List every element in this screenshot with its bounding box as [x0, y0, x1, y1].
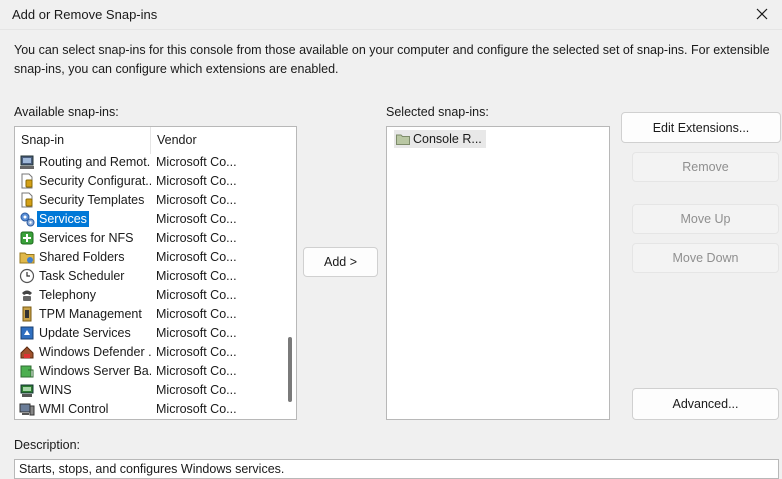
list-item[interactable]: Security Templates Microsoft Co... [15, 190, 287, 209]
list-item[interactable]: Services for NFS Microsoft Co... [15, 228, 287, 247]
move-up-button[interactable]: Move Up [632, 204, 779, 234]
snapin-vendor: Microsoft Co... [156, 401, 237, 416]
telephone-icon [22, 290, 32, 301]
list-scrollbar-thumb[interactable] [288, 337, 292, 402]
list-item[interactable]: WINS Microsoft Co... [15, 380, 287, 399]
description-box: Starts, stops, and configures Windows se… [14, 459, 779, 479]
snapin-name-cell: Update Services [15, 325, 151, 341]
snapin-name: Task Scheduler [39, 268, 125, 283]
list-header: Snap-in Vendor [15, 127, 290, 154]
snapin-name: Windows Server Ba... [39, 363, 151, 378]
list-item[interactable]: Shared Folders Microsoft Co... [15, 247, 287, 266]
snapin-name: WMI Control [39, 401, 109, 416]
snapin-name: Security Templates [39, 192, 145, 207]
security-doc-icon [21, 173, 33, 188]
close-icon [756, 8, 768, 20]
snapin-name-cell: TPM Management [15, 306, 151, 322]
snapin-vendor: Microsoft Co... [156, 230, 237, 245]
snapin-name: Routing and Remot... [39, 154, 151, 169]
snapin-name-cell: Security Configurat... [15, 173, 151, 189]
snapin-name-cell: Telephony [15, 287, 151, 303]
firewall-icon [20, 345, 34, 358]
column-header-vendor[interactable]: Vendor [151, 127, 290, 154]
description-label: Description: [14, 438, 80, 452]
backup-icon [20, 365, 34, 377]
snapin-name-cell: Services [15, 210, 151, 227]
add-button[interactable]: Add > [303, 247, 378, 277]
available-snapins-list[interactable]: Snap-in Vendor Routing and Remot... Micro… [14, 126, 297, 420]
snapin-name-cell: Windows Server Ba... [15, 363, 151, 379]
available-snapins-label: Available snap-ins: [14, 105, 119, 119]
list-item[interactable]: Services Microsoft Co... [15, 209, 287, 228]
snapin-name: TPM Management [39, 306, 142, 321]
snapin-name: Windows Defender ... [39, 344, 151, 359]
snapin-name: Services [37, 210, 89, 227]
server-monitor-icon [20, 155, 34, 169]
list-item[interactable]: Update Services Microsoft Co... [15, 323, 287, 342]
update-icon [20, 326, 34, 339]
snapin-name-cell: WINS [15, 382, 151, 398]
snapin-vendor: Microsoft Co... [156, 287, 237, 302]
snapin-name: Shared Folders [39, 249, 125, 264]
snapin-name-cell: Windows Defender ... [15, 344, 151, 360]
close-button[interactable] [750, 2, 774, 26]
snapin-name: Security Configurat... [39, 173, 151, 188]
snapin-name-cell: Task Scheduler [15, 268, 151, 284]
dialog-title: Add or Remove Snap-ins [12, 7, 158, 22]
snapin-vendor: Microsoft Co... [156, 344, 237, 359]
column-header-snapin[interactable]: Snap-in [15, 127, 151, 154]
snapin-vendor: Microsoft Co... [156, 249, 237, 264]
snapin-vendor: Microsoft Co... [156, 363, 237, 378]
tpm-chip-icon [22, 306, 32, 321]
snapin-vendor: Microsoft Co... [156, 211, 237, 226]
list-item[interactable]: Routing and Remot... Microsoft Co... [15, 152, 287, 171]
snapin-name: WINS [39, 382, 72, 397]
list-item[interactable]: Security Configurat... Microsoft Co... [15, 171, 287, 190]
list-item[interactable]: Telephony Microsoft Co... [15, 285, 287, 304]
wins-server-icon [20, 384, 34, 397]
snapin-name-cell: Services for NFS [15, 230, 151, 246]
clock-icon [19, 268, 35, 283]
snapin-name: Telephony [39, 287, 96, 302]
selected-snapins-list[interactable]: Console R... [386, 126, 610, 420]
list-item[interactable]: TPM Management Microsoft Co... [15, 304, 287, 323]
selected-item-console-root[interactable]: Console R... [394, 130, 486, 148]
snapin-vendor: Microsoft Co... [156, 382, 237, 397]
snapin-vendor: Microsoft Co... [156, 306, 237, 321]
intro-text: You can select snap-ins for this console… [14, 43, 770, 76]
list-rows: Routing and Remot... Microsoft Co... Secur… [15, 152, 287, 418]
gears-icon [20, 212, 35, 226]
nfs-icon [20, 231, 34, 244]
security-doc-icon [21, 192, 33, 207]
advanced-button[interactable]: Advanced... [632, 388, 779, 420]
edit-extensions-button[interactable]: Edit Extensions... [621, 112, 781, 143]
snapin-name: Update Services [39, 325, 131, 340]
snapin-name-cell: Routing and Remot... [15, 154, 151, 170]
snapin-vendor: Microsoft Co... [156, 268, 237, 283]
snapin-name: Services for NFS [39, 230, 134, 245]
list-item[interactable]: WMI Control Microsoft Co... [15, 399, 287, 418]
selected-item-label: Console R... [413, 132, 482, 146]
move-down-button[interactable]: Move Down [632, 243, 779, 273]
title-divider [0, 29, 782, 30]
snapin-name-cell: Shared Folders [15, 249, 151, 265]
snapin-vendor: Microsoft Co... [156, 192, 237, 207]
snapin-vendor: Microsoft Co... [156, 325, 237, 340]
list-item[interactable]: Windows Server Ba... Microsoft Co... [15, 361, 287, 380]
wmi-computer-icon [19, 403, 35, 415]
selected-snapins-label: Selected snap-ins: [386, 105, 489, 119]
snapin-vendor: Microsoft Co... [156, 173, 237, 188]
list-item[interactable]: Task Scheduler Microsoft Co... [15, 266, 287, 285]
snapin-name-cell: WMI Control [15, 401, 151, 417]
folder-icon [396, 134, 410, 145]
snapin-vendor: Microsoft Co... [156, 154, 237, 169]
list-item[interactable]: Windows Defender ... Microsoft Co... [15, 342, 287, 361]
snapin-name-cell: Security Templates [15, 192, 151, 208]
shared-folder-icon [19, 252, 35, 263]
remove-button[interactable]: Remove [632, 152, 779, 182]
